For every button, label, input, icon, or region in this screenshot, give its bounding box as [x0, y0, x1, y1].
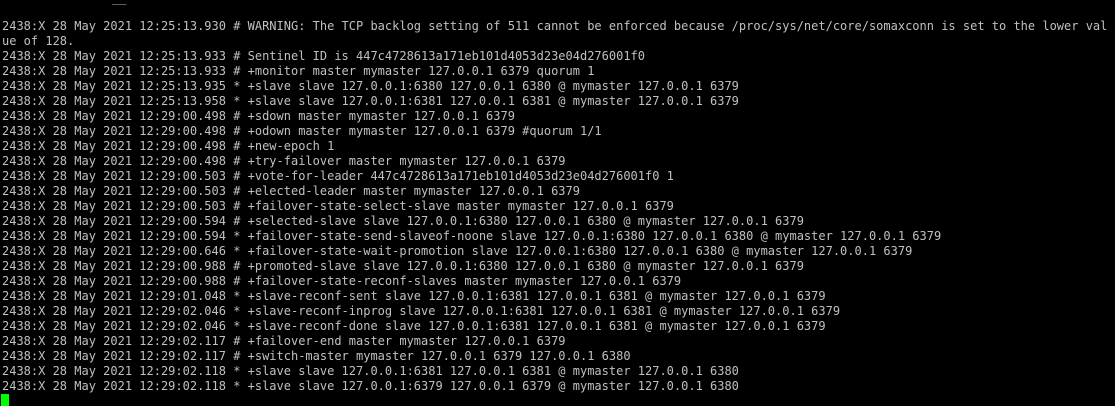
log-line: 2438:X 28 May 2021 12:29:00.988 # +failo… [2, 274, 682, 288]
log-line: 2438:X 28 May 2021 12:29:02.118 * +slave… [2, 379, 739, 393]
log-line: 2438:X 28 May 2021 12:29:00.594 * +failo… [2, 229, 942, 243]
terminal-output: 2438:X 28 May 2021 12:25:13.930 # WARNIN… [2, 19, 1114, 394]
log-line: 2438:X 28 May 2021 12:29:00.498 # +sdown… [2, 109, 515, 123]
log-line: 2438:X 28 May 2021 12:29:02.117 # +switc… [2, 349, 631, 363]
log-line: 2438:X 28 May 2021 12:29:01.048 * +slave… [2, 289, 826, 303]
log-line: 2438:X 28 May 2021 12:29:02.046 * +slave… [2, 304, 841, 318]
log-line: 2438:X 28 May 2021 12:29:02.118 * +slave… [2, 364, 739, 378]
log-line: 2438:X 28 May 2021 12:29:00.498 # +new-e… [2, 139, 335, 153]
log-line: 2438:X 28 May 2021 12:29:02.046 * +slave… [2, 319, 826, 333]
log-line: 2438:X 28 May 2021 12:29:00.646 * +failo… [2, 244, 913, 258]
log-line: 2438:X 28 May 2021 12:25:13.935 * +slave… [2, 79, 739, 93]
log-line: 2438:X 28 May 2021 12:29:00.503 # +vote-… [2, 169, 674, 183]
log-line: 2438:X 28 May 2021 12:29:02.117 # +failo… [2, 334, 566, 348]
previous-output-fragment: __ [112, 0, 126, 6]
terminal-cursor [1, 394, 9, 406]
log-line: 2438:X 28 May 2021 12:29:00.988 # +promo… [2, 259, 804, 273]
log-line: 2438:X 28 May 2021 12:29:00.498 # +odown… [2, 124, 602, 138]
log-line: 2438:X 28 May 2021 12:29:00.498 # +try-f… [2, 154, 566, 168]
log-line: 2438:X 28 May 2021 12:25:13.930 # WARNIN… [2, 19, 1108, 48]
log-line: 2438:X 28 May 2021 12:25:13.958 * +slave… [2, 94, 739, 108]
log-line: 2438:X 28 May 2021 12:25:13.933 # Sentin… [2, 49, 645, 63]
terminal-window[interactable]: __ 2438:X 28 May 2021 12:25:13.930 # WAR… [0, 0, 1115, 406]
log-line: 2438:X 28 May 2021 12:29:00.503 # +elect… [2, 184, 580, 198]
log-line: 2438:X 28 May 2021 12:25:13.933 # +monit… [2, 64, 595, 78]
log-line: 2438:X 28 May 2021 12:29:00.594 # +selec… [2, 214, 804, 228]
log-line: 2438:X 28 May 2021 12:29:00.503 # +failo… [2, 199, 674, 213]
